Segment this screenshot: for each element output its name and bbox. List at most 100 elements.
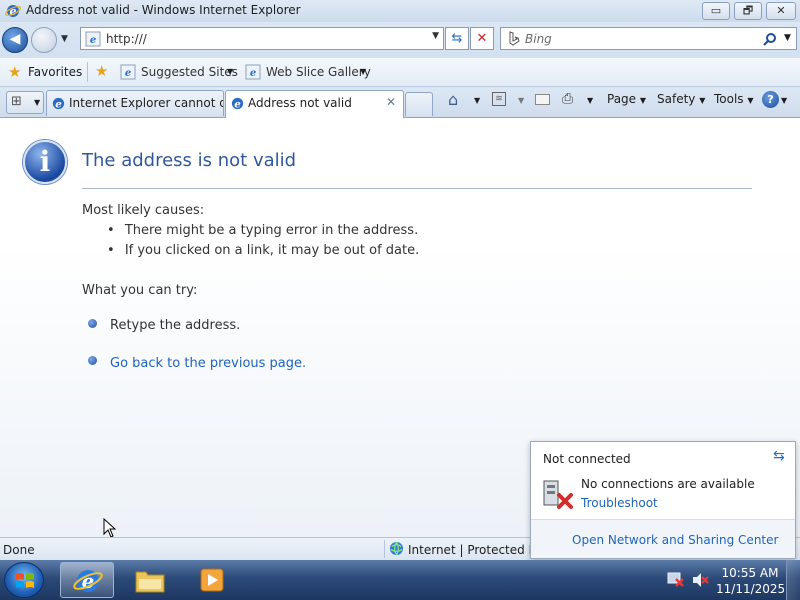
media-player-icon [200,568,224,592]
page-menu[interactable]: Page ▼ [607,92,646,106]
system-clock[interactable]: 10:55 AM 11/11/2025 [716,565,786,597]
show-desktop-button[interactable] [786,560,800,600]
open-network-center-link[interactable]: Open Network and Sharing Center [572,533,778,547]
tab-label: Internet Explorer cannot di... [69,96,223,110]
popup-footer: Open Network and Sharing Center [531,520,795,558]
folder-icon [135,571,165,593]
minimize-icon: ▭ [710,4,722,17]
maximize-button[interactable]: 🗗 [734,2,762,20]
suggested-sites-icon: e [120,64,136,80]
svg-text:e: e [90,35,96,46]
print-dropdown-icon[interactable]: ▼ [587,96,593,105]
clock-time: 10:55 AM [721,566,779,580]
status-text: Done [3,543,35,557]
stop-button[interactable]: ✕ [470,27,494,50]
address-dropdown-icon[interactable]: ▼ [432,31,439,41]
cause-text: If you clicked on a link, it may be out … [124,243,420,258]
tab-page-icon: e [52,97,65,110]
stop-icon: ✕ [476,31,488,46]
safety-menu-label: Safety [657,92,696,106]
page-icon: e [85,31,101,47]
print-icon[interactable]: ⎙ [562,91,573,107]
action-center-icon[interactable] [667,572,685,588]
safety-dropdown-icon: ▼ [699,96,706,105]
svg-text:e: e [55,98,62,110]
svg-text:e: e [82,569,95,593]
address-bar[interactable]: e http:/// ▼ [80,27,444,50]
new-tab-button[interactable] [405,92,433,116]
close-button[interactable]: ✕ [766,2,796,20]
tab-close-icon[interactable]: ✕ [386,95,396,109]
title-bar[interactable]: e Address not valid - Windows Internet E… [0,0,800,22]
network-disconnected-icon [543,480,573,509]
bullet-marker: • [107,223,115,238]
cause-item: • If you clicked on a link, it may be ou… [107,243,419,258]
refresh-network-icon[interactable]: ⇆ [773,448,785,464]
quick-tabs-icon: ⊞ [11,94,22,109]
tab-cannot-display[interactable]: e Internet Explorer cannot di... [46,90,224,116]
ie-window: e Address not valid - Windows Internet E… [0,0,800,600]
help-icon[interactable]: ? [762,91,779,108]
bullet-dot-icon [88,356,97,365]
tab-address-not-valid[interactable]: e Address not valid ✕ [225,90,404,118]
tab-list-dropdown-icon: ▼ [34,98,41,107]
bullet-dot-icon [88,319,97,328]
suggested-sites-label: Suggested Sites [141,65,238,79]
tools-menu-label: Tools [714,92,744,106]
page-dropdown-icon: ▼ [639,96,647,105]
title-divider [82,188,752,189]
security-zone-text[interactable]: Internet | Protected Mo [408,543,546,557]
page-menu-label: Page [607,92,637,106]
bing-icon [509,31,520,46]
search-input[interactable]: Bing [525,32,552,46]
network-popup-title: Not connected [543,452,631,466]
address-input[interactable]: http:/// [106,32,147,46]
go-back-link[interactable]: Go back to the previous page. [110,356,306,371]
cause-text: There might be a typing error in the add… [124,223,419,238]
troubleshoot-link[interactable]: Troubleshoot [581,496,658,510]
home-icon[interactable]: ⌂ [448,90,458,109]
status-divider [384,540,385,558]
search-icon[interactable] [763,32,777,46]
windows-logo-icon [16,573,34,588]
home-dropdown-icon[interactable]: ▼ [474,96,480,105]
back-button[interactable]: ◀ [2,27,28,53]
retype-address-text: Retype the address. [110,318,241,333]
try-heading: What you can try: [82,283,198,298]
search-options-icon[interactable]: ▼ [784,33,791,43]
favorites-star-icon: ★ [8,63,22,81]
taskbar-media-player-button[interactable] [184,562,238,598]
clock-date: 11/11/2025 [716,582,786,596]
feeds-dropdown-icon[interactable]: ▼ [518,96,524,105]
causes-heading: Most likely causes: [82,203,205,218]
forward-button[interactable] [31,27,57,53]
refresh-icon: ⇆ [451,31,463,46]
refresh-button[interactable]: ⇆ [445,27,469,50]
quick-tabs-button[interactable]: ⊞ ▼ [6,91,44,114]
minimize-button[interactable]: ▭ [702,2,730,20]
cause-item: • There might be a typing error in the a… [107,223,418,238]
add-to-favorites-bar-icon[interactable]: ★ [95,62,108,80]
mouse-cursor-icon [103,518,117,538]
taskbar-explorer-button[interactable] [122,562,176,598]
taskbar-ie-button[interactable]: e [60,562,114,598]
internet-explorer-icon: e [73,569,103,593]
volume-muted-icon[interactable] [691,572,709,588]
ie-logo-icon: e [5,5,21,18]
tools-dropdown-icon: ▼ [747,96,754,105]
svg-text:e: e [234,98,241,110]
help-dropdown-icon[interactable]: ▼ [781,96,787,105]
safety-menu[interactable]: Safety ▼ [657,92,705,106]
close-icon: ✕ [776,4,786,17]
feeds-icon[interactable]: ≋ [492,92,506,106]
maximize-icon: 🗗 [742,4,754,17]
read-mail-icon[interactable] [535,94,550,105]
svg-text:e: e [250,68,256,79]
tools-menu[interactable]: Tools ▼ [714,92,754,106]
info-icon: i [23,140,67,184]
search-box[interactable]: Bing ▼ [500,27,797,50]
recent-pages-dropdown[interactable]: ▼ [61,34,68,44]
bullet-marker: • [107,243,115,258]
favorites-divider [87,62,88,82]
start-button[interactable] [4,562,44,598]
